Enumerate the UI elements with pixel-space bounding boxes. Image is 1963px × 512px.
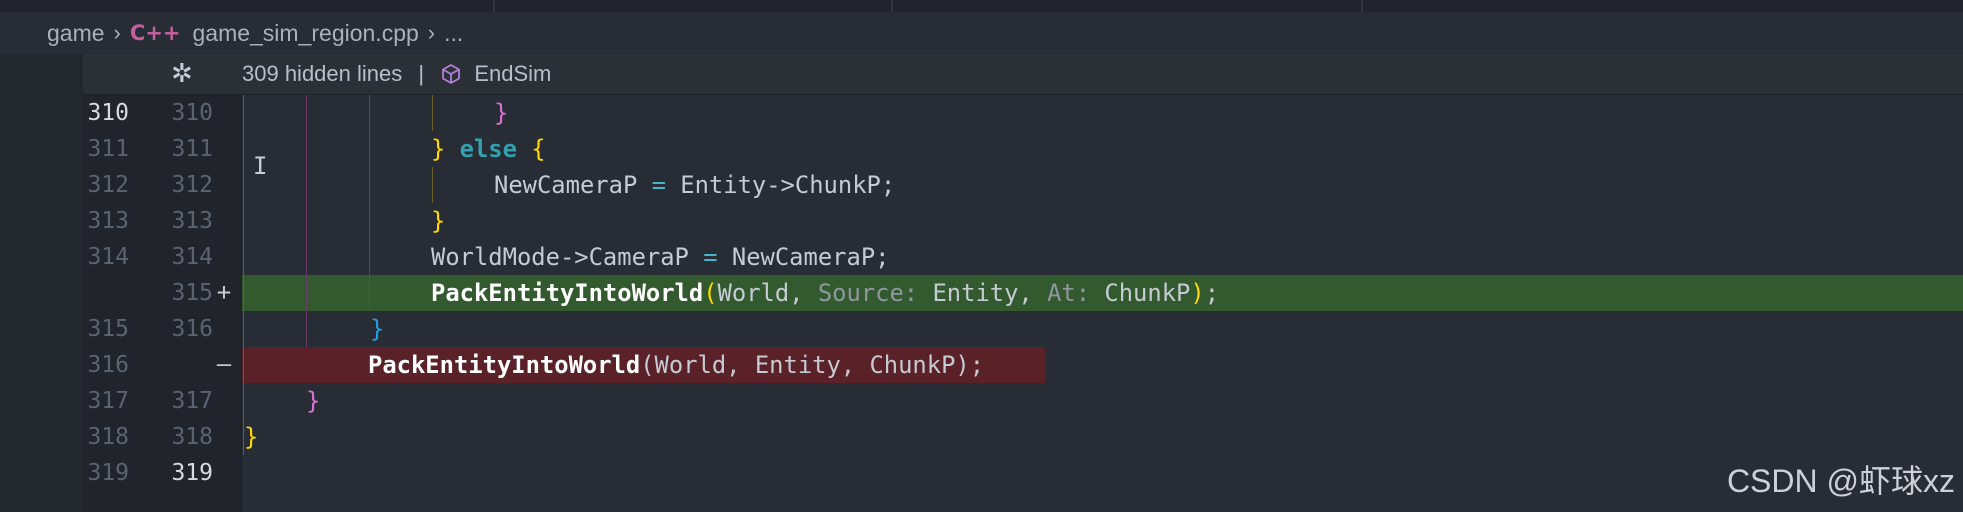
indent-guide [369,95,370,311]
code-token: } [306,387,321,415]
inlay-hint: Source: [817,279,919,307]
code-token: PackEntityIntoWorld [368,351,641,379]
text-cursor-icon: I [253,152,268,180]
code-line[interactable]: 311 311 } else { [0,131,1963,167]
old-line-number: 311 [87,136,129,162]
unfold-icon[interactable]: ✲ [171,58,193,89]
code-line[interactable]: 314 314 WorldMode->CameraP = NewCameraP; [0,239,1963,275]
indent-guide [243,95,244,455]
code-line[interactable]: 319 319 [0,455,1963,491]
symbol-method-icon [442,64,461,84]
collapsed-region-bar[interactable]: ✲ 309 hidden lines | EndSim [83,54,1963,95]
code-token: = [703,243,718,271]
code-token: WorldMode->CameraP [431,243,689,271]
code-token: ; [1204,279,1220,307]
chevron-right-icon: › [427,20,436,45]
chevron-right-icon: › [113,20,121,45]
code-token: else [459,135,517,163]
tab-segment[interactable] [0,0,495,12]
code-token: Entity->ChunkP; [680,171,896,199]
indent-guide [432,95,433,131]
diff-added-icon: + [216,278,232,306]
code-line[interactable]: 317 317 } [0,383,1963,419]
breadcrumb-folder[interactable]: game [47,20,105,47]
old-line-number: 319 [87,460,129,486]
breadcrumb-symbol[interactable]: ... [444,20,463,47]
new-line-number: 311 [171,136,213,162]
code-line[interactable]: 315 316 } [0,311,1963,347]
code-token: } [370,315,385,343]
tab-segment[interactable] [493,0,893,12]
new-line-number: 312 [171,172,213,198]
indent-guide [306,95,307,347]
code-token: { [531,135,546,163]
new-line-number: 317 [171,388,213,414]
new-line-number: 313 [171,208,213,234]
code-line[interactable]: 312 312 NewCameraP = Entity->ChunkP; [0,167,1963,203]
code-token: NewCameraP [494,171,638,199]
old-line-number: 312 [87,172,129,198]
code-token: World, [717,279,804,307]
indent-guide [432,167,433,203]
code-line[interactable]: 313 313 } [0,203,1963,239]
old-line-number: 313 [87,208,129,234]
code-token: ) [1190,279,1205,307]
code-token: ( [703,279,718,307]
code-token: } [431,135,446,163]
code-token: } [431,207,446,235]
breadcrumb-file[interactable]: game_sim_region.cpp [192,20,418,47]
new-line-number: 319 [171,460,213,486]
code-token: Entity, [932,279,1033,307]
cpp-file-icon: C++ [129,21,181,45]
tab-segment[interactable] [891,0,1363,12]
old-line-number: 318 [87,424,129,450]
old-line-number: 315 [87,316,129,342]
code-token: (World, Entity, ChunkP); [640,351,985,379]
new-line-number: 315 [171,280,213,306]
watermark: CSDN @虾球xz [1726,463,1955,499]
code-token: ChunkP [1104,279,1191,307]
old-line-number: 316 [87,352,129,378]
scope-name[interactable]: EndSim [474,61,551,86]
separator: | [418,61,425,86]
old-line-number: 317 [87,388,129,414]
old-line-number [83,275,129,311]
new-line-number: 314 [171,244,213,270]
old-line-number: 314 [87,244,129,270]
editor-tab-bar [0,0,1963,12]
code-token: } [494,99,509,127]
removed-line[interactable]: 316 — PackEntityIntoWorld(World, Entity,… [0,347,1963,383]
inlay-hint: At: [1047,279,1091,307]
old-line-number: 310 [87,100,129,126]
code-token: } [244,423,259,451]
code-line[interactable]: 318 318 } [0,419,1963,455]
hidden-lines-label[interactable]: 309 hidden lines [242,61,402,86]
new-line-number [160,347,213,383]
code-token: = [651,171,666,199]
new-line-number: 318 [171,424,213,450]
breadcrumb: game › C++ game_sim_region.cpp › ... [0,12,1963,54]
diff-editor[interactable]: ✲ 309 hidden lines | EndSim 310 310 } 31… [0,54,1963,512]
diff-removed-icon: — [216,350,232,378]
code-line[interactable]: 310 310 } [0,95,1963,131]
code-token: PackEntityIntoWorld [431,279,704,307]
code-token: NewCameraP; [731,243,890,271]
new-line-number: 316 [171,316,213,342]
added-line[interactable]: 315 + PackEntityIntoWorld(World, Source:… [0,275,1963,311]
new-line-number: 310 [171,100,213,126]
